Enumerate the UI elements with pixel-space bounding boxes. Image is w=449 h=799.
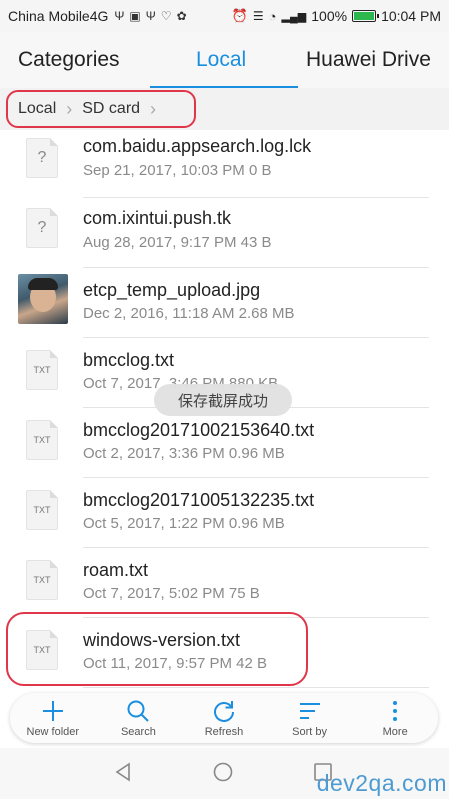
sort-by-button[interactable]: Sort by: [267, 693, 353, 743]
file-row[interactable]: etcp_temp_upload.jpg Dec 2, 2016, 11:18 …: [0, 268, 449, 338]
txt-file-icon: TXT: [26, 560, 58, 600]
file-meta: Aug 28, 2017, 9:17 PM 43 B: [83, 234, 272, 251]
carrier-label: China Mobile4G: [8, 8, 109, 24]
watermark-text: dev2qa.com: [316, 770, 447, 796]
toolbar-label: Search: [120, 726, 156, 738]
new-folder-button[interactable]: New folder: [10, 693, 96, 743]
vibrate-icon: ☰: [252, 9, 264, 23]
file-name: bmcclog20171002153640.txt: [83, 420, 315, 440]
toolbar-label: New folder: [26, 726, 80, 738]
divider: [83, 687, 429, 688]
file-meta: Oct 5, 2017, 1:22 PM 0.96 MB: [83, 515, 285, 532]
home-icon[interactable]: [212, 761, 234, 783]
file-meta: Dec 2, 2016, 11:18 AM 2.68 MB: [83, 305, 295, 322]
txt-file-icon: TXT: [26, 350, 58, 390]
alarm-icon: ⏰: [231, 8, 248, 23]
txt-file-icon: TXT: [26, 490, 58, 530]
tab-local[interactable]: Local: [196, 32, 246, 88]
txt-file-icon: TXT: [26, 420, 58, 460]
toolbar-label: More: [382, 726, 408, 738]
file-name: com.ixintui.push.tk: [83, 208, 232, 228]
signal-icon: ▂▄▆: [281, 10, 307, 23]
file-meta: Sep 21, 2017, 10:03 PM 0 B: [83, 162, 272, 179]
back-icon[interactable]: [112, 761, 134, 783]
app-icon: ✿: [176, 9, 187, 23]
search-button[interactable]: Search: [96, 693, 182, 743]
image-icon: ▣: [129, 9, 141, 23]
file-name: com.baidu.appsearch.log.lck: [83, 136, 312, 156]
status-right: ⏰ ☰ ◔ ▂▄▆ 100% 10:04 PM: [232, 8, 441, 24]
usb-icon: Ψ: [114, 9, 125, 23]
battery-percent: 100%: [311, 8, 348, 24]
search-icon: [127, 700, 150, 722]
more-button[interactable]: More: [352, 693, 438, 743]
breadcrumb-sd-card[interactable]: SD card: [82, 100, 140, 118]
toolbar-label: Refresh: [204, 726, 244, 738]
file-name: bmcclog.txt: [83, 350, 175, 370]
image-thumbnail: [18, 274, 68, 324]
file-name: roam.txt: [83, 560, 149, 580]
clock: 10:04 PM: [381, 8, 441, 24]
usb-icon: Ψ: [145, 9, 156, 23]
file-meta: Oct 11, 2017, 9:57 PM 42 B: [83, 655, 267, 672]
breadcrumb: Local › SD card ›: [0, 88, 449, 130]
heart-icon: ♡: [160, 9, 172, 23]
battery-icon: [352, 10, 380, 22]
file-meta: Oct 2, 2017, 3:36 PM 0.96 MB: [83, 445, 285, 462]
wifi-icon: ◔: [268, 8, 277, 24]
file-row[interactable]: TXT windows-version.txt Oct 11, 2017, 9:…: [0, 618, 449, 688]
notification-icons: Ψ ▣ Ψ ♡ ✿: [114, 9, 186, 23]
file-meta: Oct 7, 2017, 5:02 PM 75 B: [83, 585, 260, 602]
plus-icon: [42, 701, 63, 721]
file-name: etcp_temp_upload.jpg: [83, 280, 261, 300]
toolbar-label: Sort by: [292, 726, 327, 738]
bottom-toolbar: New folder Search Refresh Sort by More: [10, 693, 438, 743]
unknown-file-icon: ?: [26, 208, 58, 248]
system-nav-bar: dev2qa.com: [0, 748, 449, 799]
file-row[interactable]: TXT bmcclog20171002153640.txt Oct 2, 201…: [0, 408, 449, 478]
chevron-right-icon: ›: [66, 98, 73, 119]
sort-icon: [299, 703, 320, 719]
file-row[interactable]: ? com.ixintui.push.tk Aug 28, 2017, 9:17…: [0, 198, 449, 268]
toast-message: 保存截屏成功: [154, 384, 292, 416]
tab-categories[interactable]: Categories: [18, 32, 120, 88]
chevron-right-icon: ›: [150, 98, 157, 119]
txt-file-icon: TXT: [26, 630, 58, 670]
file-name: windows-version.txt: [83, 630, 241, 650]
status-bar: China Mobile4G Ψ ▣ Ψ ♡ ✿ ⏰ ☰ ◔ ▂▄▆ 100% …: [0, 0, 449, 32]
file-row[interactable]: ? com.baidu.appsearch.log.lck Sep 21, 20…: [0, 130, 449, 198]
file-name: bmcclog20171005132235.txt: [83, 490, 315, 510]
tab-bar: Categories Local Huawei Drive: [0, 32, 449, 88]
unknown-file-icon: ?: [26, 138, 58, 178]
file-row[interactable]: TXT bmcclog20171005132235.txt Oct 5, 201…: [0, 478, 449, 548]
more-vertical-icon: [393, 701, 398, 721]
refresh-button[interactable]: Refresh: [181, 693, 267, 743]
refresh-icon: [214, 701, 234, 722]
tab-huawei-drive[interactable]: Huawei Drive: [306, 32, 431, 88]
file-row[interactable]: TXT roam.txt Oct 7, 2017, 5:02 PM 75 B: [0, 548, 449, 618]
breadcrumb-local[interactable]: Local: [18, 100, 56, 118]
thumbnail-hair: [28, 278, 58, 290]
